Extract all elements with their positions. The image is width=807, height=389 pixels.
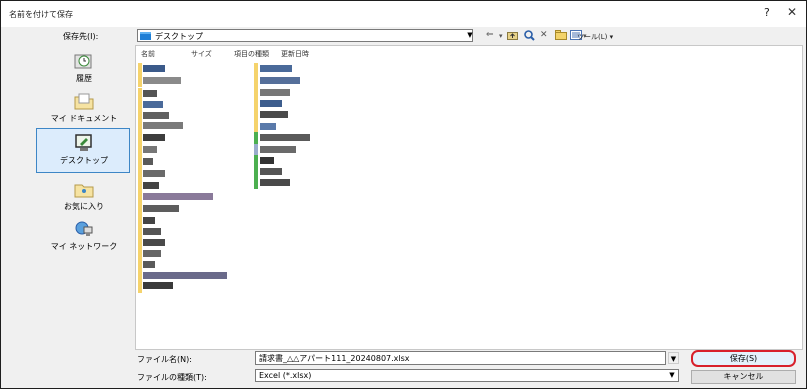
file-item[interactable] (143, 282, 173, 289)
save-button[interactable]: 保存(S) (691, 350, 796, 367)
save-as-dialog: 名前を付けて保存 ? ✕ 保存先(I): デスクトップ ▼ ⇐ ▾ ✕ ▾ ツー… (0, 0, 807, 389)
file-item[interactable] (143, 112, 169, 119)
file-item[interactable] (143, 134, 165, 141)
my-documents-icon (74, 93, 94, 110)
history-icon (74, 54, 92, 69)
file-item[interactable] (260, 100, 282, 107)
file-name-input[interactable]: 請求書_△△アパート111_20240807.xlsx (255, 351, 666, 365)
desktop-folder-icon (140, 32, 151, 40)
save-in-label: 保存先(I): (63, 32, 99, 41)
my-network-icon (75, 221, 93, 236)
file-item[interactable] (143, 146, 157, 153)
file-list[interactable]: 名前 サイズ 項目の種類 更新日時 (135, 45, 803, 350)
file-name-dropdown-arrow-icon[interactable]: ▼ (668, 352, 679, 364)
file-name-value: 請求書_△△アパート111_20240807.xlsx (259, 354, 410, 363)
file-icon (254, 109, 258, 121)
file-type-dropdown[interactable]: Excel (*.xlsx) ▼ (255, 369, 679, 382)
file-icon (254, 63, 258, 75)
title-bar: 名前を付けて保存 ? ✕ (1, 1, 806, 27)
file-item[interactable] (143, 261, 155, 268)
place-my-documents[interactable]: マイ ドキュメント (36, 86, 130, 131)
file-item[interactable] (143, 158, 153, 165)
file-item[interactable] (143, 193, 213, 200)
file-type-label: ファイルの種類(T): (137, 373, 207, 382)
file-item[interactable] (143, 77, 181, 84)
file-item[interactable] (143, 122, 183, 129)
column-header-name[interactable]: 名前 (141, 49, 155, 59)
file-item[interactable] (260, 89, 290, 96)
file-item[interactable] (143, 65, 165, 72)
place-my-network[interactable]: マイ ネットワーク (36, 214, 130, 259)
file-icon (138, 191, 142, 203)
close-button[interactable]: ✕ (787, 5, 797, 19)
file-item[interactable] (260, 179, 290, 186)
place-favorites[interactable]: お気に入り (36, 174, 130, 219)
file-item[interactable] (143, 272, 227, 279)
file-item[interactable] (143, 205, 179, 212)
file-item[interactable] (143, 90, 157, 97)
save-in-dropdown-arrow-icon[interactable]: ▼ (464, 30, 476, 41)
column-header-size[interactable]: サイズ (191, 49, 212, 59)
file-icon (138, 156, 142, 168)
up-folder-icon[interactable] (507, 30, 518, 43)
place-label: デスクトップ (60, 156, 108, 165)
desktop-icon (75, 134, 92, 151)
delete-icon[interactable]: ✕ (540, 30, 548, 40)
back-dropdown-icon[interactable]: ▾ (499, 32, 503, 40)
file-icon (138, 144, 142, 156)
file-icon (254, 75, 258, 87)
file-icon (138, 168, 142, 180)
place-label: お気に入り (64, 202, 104, 211)
file-icon (138, 281, 142, 293)
file-item[interactable] (260, 146, 296, 153)
file-icon (138, 203, 142, 215)
file-item[interactable] (260, 157, 274, 164)
back-icon[interactable]: ⇐ (486, 30, 494, 40)
file-item[interactable] (143, 182, 159, 189)
help-button[interactable]: ? (764, 6, 770, 19)
favorites-icon (74, 184, 94, 198)
search-web-icon[interactable] (524, 30, 535, 44)
file-item[interactable] (143, 250, 161, 257)
save-in-value: デスクトップ (155, 32, 203, 41)
place-label: 履歴 (76, 74, 92, 83)
file-item[interactable] (143, 228, 161, 235)
save-in-dropdown[interactable]: デスクトップ (137, 29, 473, 42)
file-item[interactable] (143, 239, 165, 246)
tools-menu-button[interactable]: ツール(L) ▾ (577, 32, 613, 42)
file-icon (254, 132, 258, 144)
tools-menu-label: ツール(L) (577, 33, 608, 41)
file-item[interactable] (260, 168, 282, 175)
file-item[interactable] (143, 170, 165, 177)
file-item[interactable] (260, 123, 276, 130)
place-desktop[interactable]: デスクトップ (36, 128, 130, 173)
file-icon (138, 132, 142, 144)
file-item[interactable] (143, 101, 163, 108)
file-name-label: ファイル名(N): (137, 355, 192, 364)
file-item[interactable] (143, 217, 155, 224)
cancel-button[interactable]: キャンセル (691, 370, 796, 384)
file-icon (138, 63, 142, 75)
file-item[interactable] (260, 134, 310, 141)
column-header-type[interactable]: 項目の種類 (234, 49, 269, 59)
file-item[interactable] (260, 65, 292, 72)
file-item[interactable] (260, 111, 288, 118)
file-type-dropdown-arrow-icon[interactable]: ▼ (666, 370, 678, 381)
file-icon (254, 177, 258, 189)
column-header-modified[interactable]: 更新日時 (281, 49, 309, 59)
place-history[interactable]: 履歴 (36, 46, 130, 91)
places-bar: 履歴 マイ ドキュメント デスクトップ お気に入り マイ ネットワーク (36, 46, 130, 251)
dialog-title: 名前を付けて保存 (9, 10, 73, 19)
place-label: マイ ネットワーク (50, 242, 118, 251)
new-folder-icon[interactable] (555, 30, 567, 43)
file-icon (138, 75, 142, 87)
file-item[interactable] (260, 77, 300, 84)
file-type-value: Excel (*.xlsx) (259, 371, 312, 380)
place-label: マイ ドキュメント (50, 114, 118, 123)
